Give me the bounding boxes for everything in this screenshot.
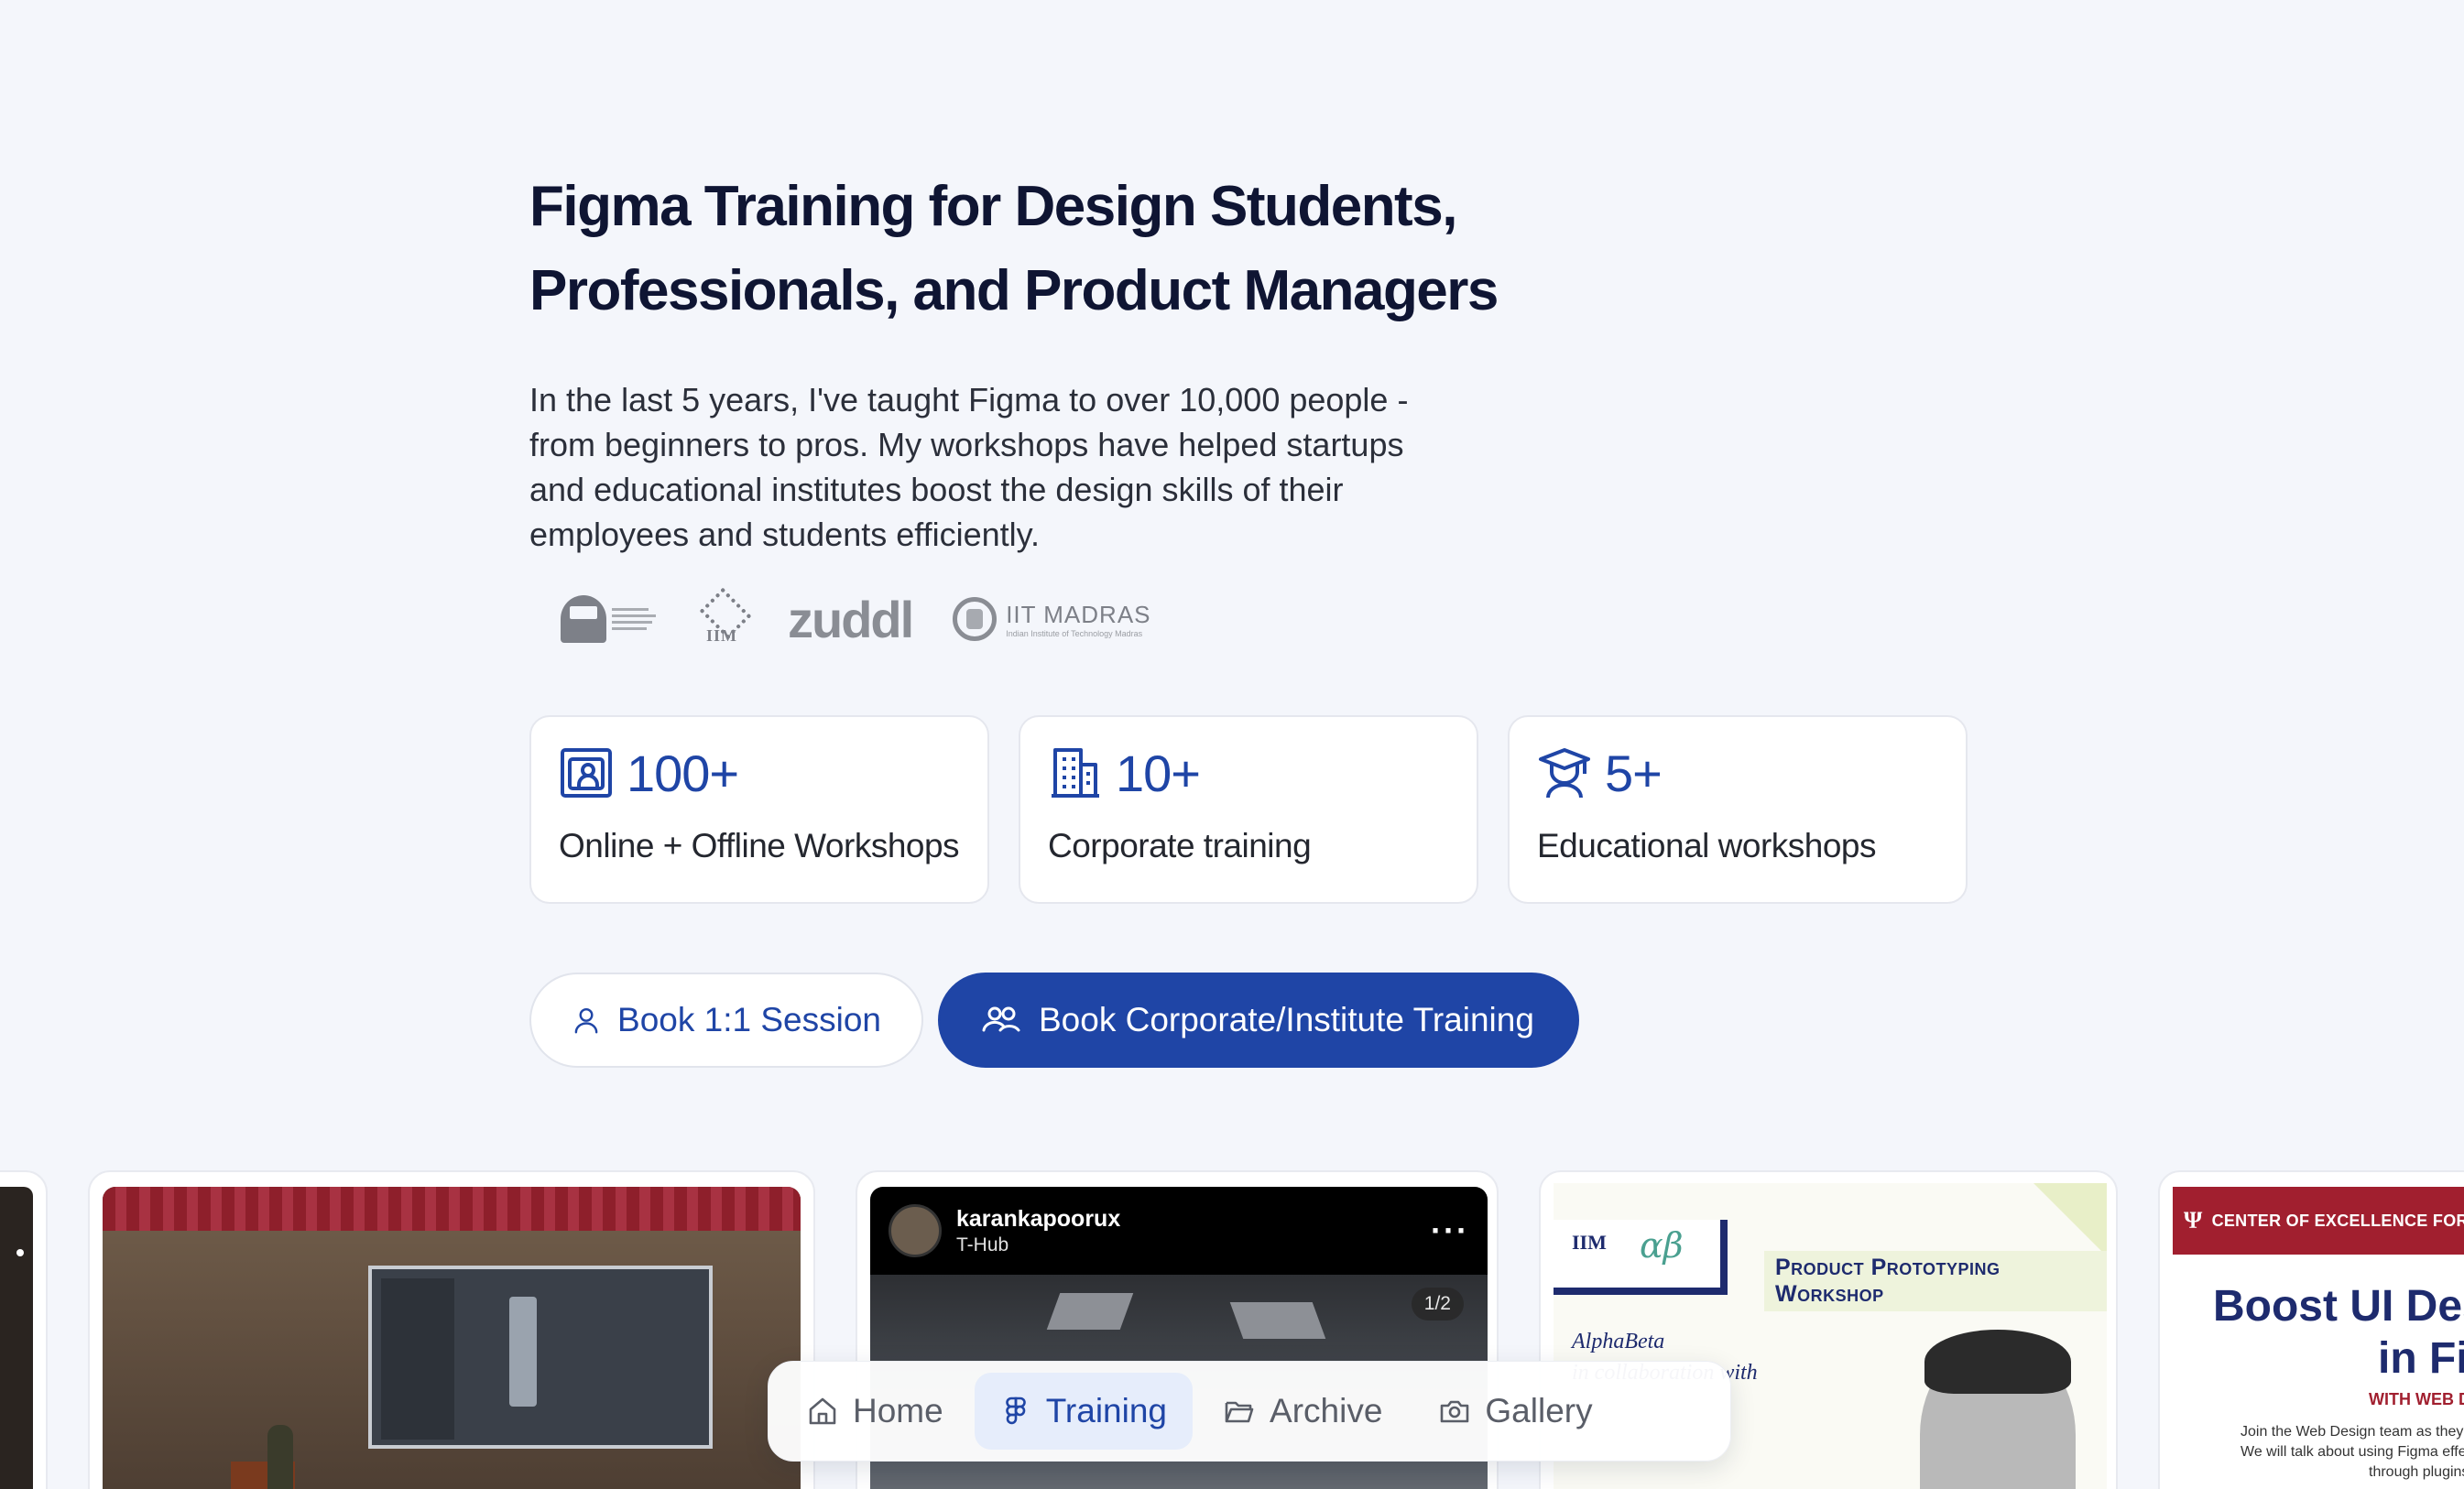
poster-letter: A [1636, 1476, 1683, 1489]
stat-label: Corporate training [1048, 827, 1312, 864]
iit-madras-name: IIT MADRAS [1006, 600, 1151, 628]
iim-knot-mark [700, 593, 744, 626]
workshop-poster: Ψ CENTER OF EXCELLENCE FOR WOMEN & Boost… [2173, 1187, 2464, 1489]
image-counter-badge: 1/2 [1411, 1288, 1464, 1321]
nav-archive-label: Archive [1270, 1392, 1383, 1429]
post-username: karankapoorux [956, 1205, 1121, 1232]
iima-logo [561, 595, 656, 643]
iima-wordmark [612, 608, 656, 630]
poster-brand: αβ [1640, 1225, 1684, 1266]
poster-title: Boost UI Des [2213, 1282, 2464, 1331]
book-corporate-training-button[interactable]: Book Corporate/Institute Training [938, 973, 1579, 1068]
title-line-1: Figma Training for Design Students, [529, 175, 1457, 238]
stat-value: 100+ [627, 744, 739, 802]
bottom-navbar: Home Training Archive Gallery [768, 1361, 1731, 1462]
nav-gallery-label: Gallery [1485, 1392, 1593, 1429]
university-logo-icon: Ψ [2184, 1207, 2203, 1234]
presentation-icon [559, 746, 614, 799]
gallery-card[interactable]: Ψ CENTER OF EXCELLENCE FOR WOMEN & Boost… [2158, 1170, 2464, 1489]
nav-home-label: Home [853, 1392, 943, 1429]
poster-header-band: Ψ CENTER OF EXCELLENCE FOR WOMEN & [2173, 1187, 2464, 1255]
nav-training-label: Training [1045, 1392, 1168, 1429]
stat-card-workshops: 100+ Online + Offline Workshops [529, 715, 989, 904]
nav-gallery[interactable]: Gallery [1413, 1373, 1618, 1450]
book-one-on-one-label: Book 1:1 Session [617, 1001, 881, 1038]
stat-label: Educational workshops [1537, 827, 1877, 864]
cta-buttons: Book 1:1 Session Book Corporate/Institut… [529, 973, 1579, 1068]
nav-archive[interactable]: Archive [1198, 1373, 1408, 1450]
zuddl-logo: zuddl [788, 590, 914, 648]
page-title: Figma Training for Design Students, Prof… [529, 165, 1537, 333]
workshop-stage-photo [103, 1187, 801, 1489]
poster-org: IIM [1572, 1231, 1607, 1254]
folder-icon [1225, 1401, 1254, 1423]
client-logos: IIM zuddl IIT MADRAS Indian Institute of… [561, 590, 1151, 648]
title-line-2: Professionals, and Product Managers [529, 259, 1499, 322]
iit-madras-logo: IIT MADRAS Indian Institute of Technolog… [953, 597, 1150, 641]
hero-section: Figma Training for Design Students, Prof… [529, 165, 2087, 557]
more-options-icon[interactable]: ··· [1431, 1212, 1469, 1250]
iima-seal [561, 595, 606, 643]
nav-home[interactable]: Home [781, 1373, 969, 1450]
group-icon [982, 1006, 1020, 1032]
poster-logo-band: IIM αβ [1554, 1220, 1728, 1295]
avatar [889, 1204, 942, 1257]
iit-madras-sub: Indian Institute of Technology Madras [1006, 628, 1143, 638]
stat-card-corporate: 10+ Corporate training [1019, 715, 1478, 904]
gallery-card[interactable] [88, 1170, 815, 1489]
nav-training[interactable]: Training [974, 1373, 1194, 1450]
stat-value: 5+ [1605, 744, 1663, 802]
projector-screen [368, 1266, 713, 1449]
page: Figma Training for Design Students, Prof… [0, 0, 2464, 1489]
stat-label: Online + Offline Workshops [559, 827, 960, 864]
poster-title-2: in Fi [2378, 1334, 2464, 1383]
poster-title: Product Prototyping Workshop [1764, 1251, 2107, 1311]
camera-icon [1441, 1400, 1469, 1423]
user-icon [574, 1007, 598, 1034]
iim-sambalpur-logo: IIM [696, 593, 747, 646]
poster-body: Join the Web Design team as they s We wi… [2240, 1424, 2464, 1480]
figma-icon [1005, 1397, 1026, 1425]
book-one-on-one-button[interactable]: Book 1:1 Session [529, 973, 923, 1068]
book-corporate-training-label: Book Corporate/Institute Training [1039, 1001, 1534, 1038]
stats-row: 100+ Online + Offline Workshops 10+ Corp… [529, 715, 1968, 904]
hero-description: In the last 5 years, I've taught Figma t… [529, 381, 1409, 553]
home-icon [809, 1397, 836, 1425]
post-location: T-Hub [956, 1234, 1009, 1255]
gallery-card[interactable] [0, 1170, 48, 1489]
poster-subtitle: WITH WEB D [2369, 1390, 2464, 1408]
stat-value: 10+ [1116, 744, 1201, 802]
iit-madras-emblem [953, 597, 998, 641]
stat-card-educational: 5+ Educational workshops [1508, 715, 1968, 904]
graduate-icon [1537, 746, 1592, 799]
gallery-photo [0, 1187, 33, 1489]
building-icon [1048, 746, 1103, 799]
